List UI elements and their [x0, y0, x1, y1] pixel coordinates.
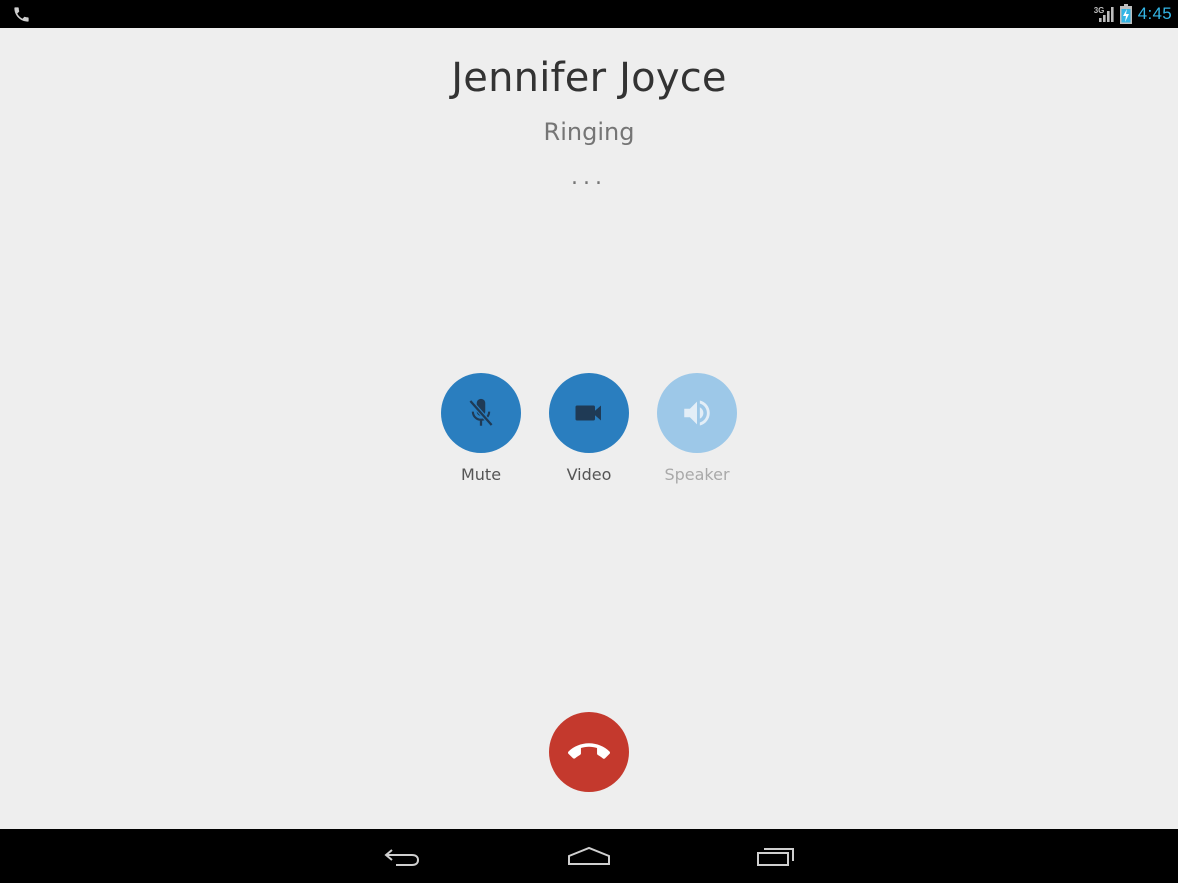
- video-label: Video: [566, 465, 612, 484]
- speaker-control: Speaker: [643, 373, 751, 484]
- caller-name: Jennifer Joyce: [451, 55, 727, 101]
- volume-up-icon: [684, 400, 710, 426]
- recents-icon: [757, 848, 794, 866]
- signal-indicator: 3G: [1094, 3, 1116, 25]
- speaker-label: Speaker: [664, 465, 730, 484]
- video-control: Video: [535, 373, 643, 484]
- status-clock: 4:45: [1137, 4, 1172, 23]
- mute-label: Mute: [460, 465, 502, 484]
- mute-button[interactable]: [441, 373, 521, 453]
- battery-charging-icon: [1119, 4, 1132, 24]
- home-button[interactable]: [559, 841, 619, 871]
- back-button[interactable]: [372, 841, 432, 871]
- call-status: Ringing: [543, 118, 635, 146]
- videocam-icon: [575, 405, 601, 421]
- back-icon: [384, 849, 420, 866]
- home-icon: [568, 846, 610, 865]
- signal-icon: [1098, 7, 1114, 22]
- mic-off-icon: [468, 398, 494, 427]
- call-screen: 3G 4:45 Jennifer Joyce Ringing ... Mute …: [0, 0, 1178, 883]
- call-progress-dots: ...: [571, 165, 607, 190]
- end-call-button[interactable]: [549, 712, 629, 792]
- mute-control: Mute: [427, 373, 535, 484]
- navigation-bar: [0, 829, 1178, 883]
- video-button[interactable]: [549, 373, 629, 453]
- status-bar: 3G 4:45: [0, 0, 1178, 28]
- status-icons: 3G 4:45: [1094, 0, 1172, 28]
- end-call-icon: [568, 743, 610, 759]
- speaker-button[interactable]: [657, 373, 737, 453]
- phone-icon: [14, 7, 29, 22]
- recents-button[interactable]: [746, 841, 806, 871]
